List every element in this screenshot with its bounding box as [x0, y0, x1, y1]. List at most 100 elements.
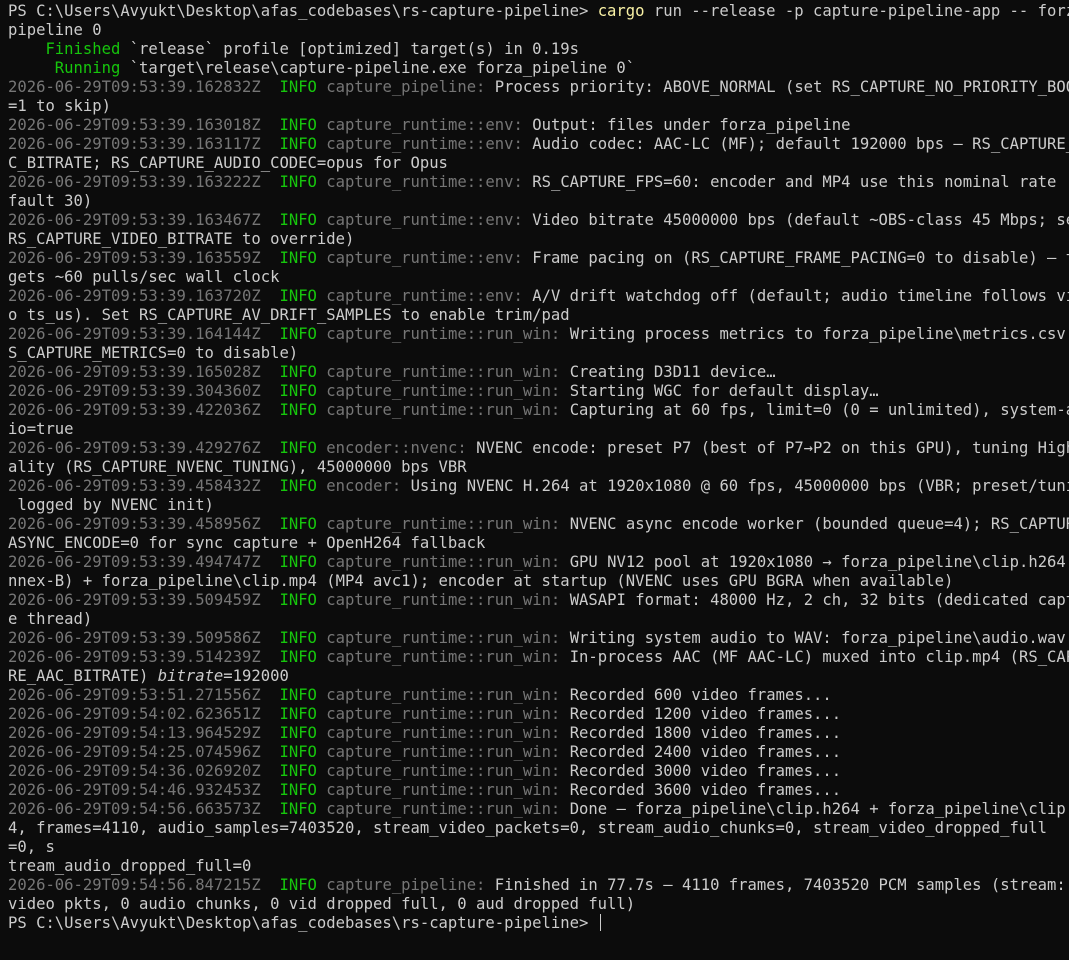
log-message: Process priority: ABOVE_NORMAL (set RS_C… [494, 78, 1069, 96]
log-message: Starting WGC for default display… [569, 382, 879, 400]
cargo-finished-status: Finished [8, 40, 121, 58]
log-message-continuation: ality (RS_CAPTURE_NVENC_TUNING), 4500000… [8, 458, 1069, 477]
log-target: encoder::nvenc: [326, 439, 467, 457]
text-cursor [599, 914, 601, 931]
log-target: encoder: [326, 477, 402, 495]
log-message: Audio codec: AAC-LC (MF); default 192000… [532, 135, 1069, 153]
log-message: Video bitrate 45000000 bps (default ~OBS… [532, 211, 1069, 229]
log-timestamp: 2026-06-29T09:54:56.663573Z [8, 800, 261, 818]
log-target: capture_runtime::run_win: [326, 629, 561, 647]
log-message: Creating D3D11 device… [569, 363, 776, 381]
cargo-running-line: Running `target\release\capture-pipeline… [8, 59, 1069, 78]
log-target: capture_pipeline: [326, 876, 486, 894]
log-level: INFO [279, 629, 317, 647]
log-entry: 2026-06-29T09:53:39.162832Z INFO capture… [8, 78, 1069, 97]
log-message-part: 4, frames=4110, audio_samples=7403520, s… [8, 819, 1047, 837]
log-timestamp: 2026-06-29T09:53:39.162832Z [8, 78, 261, 96]
log-message-continuation: S_CAPTURE_METRICS=0 to disable) [8, 344, 1069, 363]
log-target: capture_runtime::run_win: [326, 724, 561, 742]
log-message-part: ASYNC_ENCODE=0 for sync capture + OpenH2… [8, 534, 486, 552]
log-level: INFO [279, 686, 317, 704]
log-target: capture_runtime::env: [326, 116, 523, 134]
log-entry: 2026-06-29T09:53:39.514239Z INFO capture… [8, 648, 1069, 667]
log-level: INFO [279, 401, 317, 419]
log-target: capture_runtime::run_win: [326, 515, 561, 533]
log-target: capture_runtime::run_win: [326, 591, 561, 609]
log-message-part: C_BITRATE; RS_CAPTURE_AUDIO_CODEC=opus f… [8, 154, 448, 172]
log-target: capture_runtime::run_win: [326, 648, 561, 666]
log-message: Writing process metrics to forza_pipelin… [569, 325, 1069, 343]
log-timestamp: 2026-06-29T09:53:39.163559Z [8, 249, 261, 267]
terminal-window[interactable]: PS C:\Users\Avyukt\Desktop\afas_codebase… [0, 0, 1069, 960]
log-message: Recorded 3600 video frames... [569, 781, 842, 799]
log-entry: 2026-06-29T09:53:39.163117Z INFO capture… [8, 135, 1069, 154]
log-target: capture_runtime::run_win: [326, 382, 561, 400]
log-message: RS_CAPTURE_FPS=60: encoder and MP4 use t… [532, 173, 1069, 191]
log-message-part: tream_audio_dropped_full=0 [8, 857, 252, 875]
log-message-part: ality (RS_CAPTURE_NVENC_TUNING), 4500000… [8, 458, 467, 476]
log-entry: 2026-06-29T09:53:39.163222Z INFO capture… [8, 173, 1069, 192]
log-level: INFO [279, 116, 317, 134]
log-timestamp: 2026-06-29T09:54:36.026920Z [8, 762, 261, 780]
log-message: In-process AAC (MF AAC-LC) muxed into cl… [569, 648, 1069, 666]
command-name: cargo [597, 2, 645, 20]
log-target: capture_runtime::run_win: [326, 705, 561, 723]
log-message: A/V drift watchdog off (default; audio t… [532, 287, 1069, 305]
log-timestamp: 2026-06-29T09:53:39.304360Z [8, 382, 261, 400]
log-level: INFO [279, 477, 317, 495]
log-entry: 2026-06-29T09:53:39.163720Z INFO capture… [8, 287, 1069, 306]
log-target: capture_runtime::run_win: [326, 800, 561, 818]
log-entry: 2026-06-29T09:53:39.458432Z INFO encoder… [8, 477, 1069, 496]
log-message-continuation: tream_audio_dropped_full=0 [8, 857, 1069, 876]
log-message-continuation: 4, frames=4110, audio_samples=7403520, s… [8, 819, 1069, 838]
log-timestamp: 2026-06-29T09:54:25.074596Z [8, 743, 261, 761]
log-message: Recorded 1200 video frames... [569, 705, 842, 723]
log-timestamp: 2026-06-29T09:53:39.422036Z [8, 401, 261, 419]
log-target: capture_runtime::env: [326, 211, 523, 229]
log-timestamp: 2026-06-29T09:53:39.429276Z [8, 439, 261, 457]
log-italic-field: bitrate [157, 667, 224, 685]
log-message-continuation: e thread) [8, 610, 1069, 629]
log-level: INFO [279, 515, 317, 533]
log-entry: 2026-06-29T09:54:02.623651Z INFO capture… [8, 705, 1069, 724]
log-message-part: o ts_us). Set RS_CAPTURE_AV_DRIFT_SAMPLE… [8, 306, 570, 324]
command-prompt-line: PS C:\Users\Avyukt\Desktop\afas_codebase… [8, 2, 1069, 21]
cargo-finished-line: Finished `release` profile [optimized] t… [8, 40, 1069, 59]
final-prompt-line[interactable]: PS C:\Users\Avyukt\Desktop\afas_codebase… [8, 914, 1069, 933]
log-message: Recorded 3000 video frames... [569, 762, 842, 780]
log-message-continuation: RS_CAPTURE_VIDEO_BITRATE to override) [8, 230, 1069, 249]
log-message-part: gets ~60 pulls/sec wall clock [8, 268, 280, 286]
log-output: 2026-06-29T09:53:39.162832Z INFO capture… [8, 78, 1069, 914]
log-message: Using NVENC H.264 at 1920x1080 @ 60 fps,… [410, 477, 1069, 495]
log-message: Frame pacing on (RS_CAPTURE_FRAME_PACING… [532, 249, 1069, 267]
log-entry: 2026-06-29T09:53:39.163559Z INFO capture… [8, 249, 1069, 268]
log-message: NVENC encode: preset P7 (best of P7→P2 o… [476, 439, 1069, 457]
log-level: INFO [279, 363, 317, 381]
log-message-continuation: logged by NVENC init) [8, 496, 1069, 515]
log-message-continuation: gets ~60 pulls/sec wall clock [8, 268, 1069, 287]
log-level: INFO [279, 800, 317, 818]
log-entry: 2026-06-29T09:53:39.509459Z INFO capture… [8, 591, 1069, 610]
log-entry: 2026-06-29T09:53:39.429276Z INFO encoder… [8, 439, 1069, 458]
log-message-part: io=true [8, 420, 74, 438]
log-target: capture_runtime::run_win: [326, 781, 561, 799]
log-entry: 2026-06-29T09:54:13.964529Z INFO capture… [8, 724, 1069, 743]
log-target: capture_runtime::run_win: [326, 553, 561, 571]
log-entry: 2026-06-29T09:53:39.509586Z INFO capture… [8, 629, 1069, 648]
log-target: capture_runtime::env: [326, 135, 523, 153]
log-message: Done — forza_pipeline\clip.h264 + forza_… [569, 800, 1069, 818]
log-message-continuation: video pkts, 0 audio chunks, 0 vid droppe… [8, 895, 1069, 914]
log-message-continuation: RE_AAC_BITRATE) bitrate=192000 [8, 667, 1069, 686]
log-message-part: fault 30) [8, 192, 93, 210]
command-args-continuation: pipeline 0 [8, 21, 102, 39]
log-level: INFO [279, 325, 317, 343]
log-target: capture_runtime::run_win: [326, 743, 561, 761]
log-entry: 2026-06-29T09:54:46.932453Z INFO capture… [8, 781, 1069, 800]
log-level: INFO [279, 648, 317, 666]
log-message: Finished in 77.7s — 4110 frames, 7403520… [494, 876, 1069, 894]
log-timestamp: 2026-06-29T09:54:13.964529Z [8, 724, 261, 742]
log-message-continuation: o ts_us). Set RS_CAPTURE_AV_DRIFT_SAMPLE… [8, 306, 1069, 325]
log-level: INFO [279, 249, 317, 267]
cargo-running-status: Running [8, 59, 121, 77]
log-timestamp: 2026-06-29T09:53:39.458432Z [8, 477, 261, 495]
